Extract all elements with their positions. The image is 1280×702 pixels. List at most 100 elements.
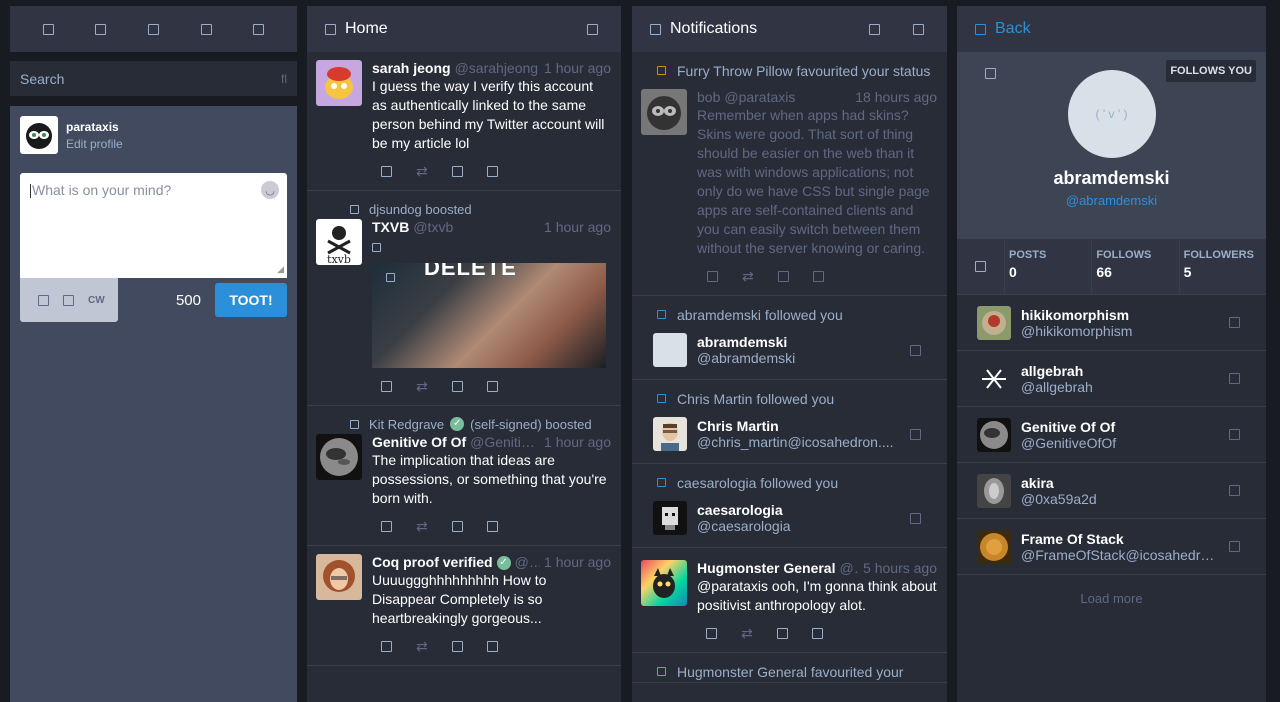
more-icon[interactable]	[812, 271, 824, 282]
account-row[interactable]: akira @0xa59a2d	[957, 463, 1266, 519]
avatar[interactable]	[316, 434, 362, 480]
boost-icon[interactable]: ⇄	[416, 379, 428, 393]
follow-button-icon[interactable]	[1229, 373, 1240, 384]
timestamp[interactable]: 5 hours ago	[863, 560, 937, 576]
load-more-button[interactable]: Load more	[957, 575, 1266, 606]
display-name[interactable]: bob	[697, 89, 720, 105]
media-gallery[interactable]: DELETE	[372, 263, 606, 368]
clear-notifications-icon[interactable]	[869, 23, 880, 35]
search-input[interactable]: Search fl	[10, 61, 297, 96]
notification-follow[interactable]: caesarologia followed you caesarologia @…	[632, 464, 947, 548]
emoji-picker-icon[interactable]: ◡	[261, 181, 279, 199]
more-icon[interactable]	[486, 521, 498, 532]
favourite-icon[interactable]	[451, 521, 463, 532]
public-icon[interactable]	[200, 23, 212, 35]
notifications-column-header[interactable]: Notifications	[632, 6, 947, 52]
account-name[interactable]: akira	[1021, 475, 1219, 491]
home-column-header[interactable]: Home	[307, 6, 621, 52]
reply-icon[interactable]	[381, 166, 392, 177]
avatar[interactable]: txvb	[316, 219, 362, 265]
compose-textarea[interactable]: What is on your mind? ◡ ◢	[20, 173, 287, 278]
privacy-icon[interactable]	[63, 294, 74, 306]
status[interactable]: Coq proof verified ✓ @... 1 hour ago Uuu…	[307, 546, 621, 666]
follow-button-icon[interactable]	[1229, 485, 1240, 496]
more-icon[interactable]	[811, 628, 823, 639]
display-name[interactable]: sarah jeong	[372, 60, 451, 76]
edit-profile-link[interactable]: Edit profile	[66, 137, 123, 151]
stat-posts[interactable]: POSTS 0	[1004, 239, 1091, 294]
boost-icon[interactable]: ⇄	[416, 519, 428, 533]
favourite-icon[interactable]	[451, 381, 463, 392]
avatar[interactable]	[653, 501, 687, 535]
home-icon[interactable]	[95, 23, 107, 35]
media-toggle-icon[interactable]	[386, 273, 395, 282]
reply-icon[interactable]	[706, 628, 717, 639]
account-name[interactable]: hikikomorphism	[1021, 307, 1219, 323]
boost-icon[interactable]: ⇄	[741, 626, 753, 640]
timestamp[interactable]: 1 hour ago	[544, 219, 611, 235]
avatar[interactable]	[977, 473, 1011, 508]
avatar[interactable]	[977, 361, 1011, 396]
account-username[interactable]: @abramdemski	[957, 193, 1266, 208]
avatar[interactable]: ( ' v ' )	[1067, 70, 1156, 158]
boost-icon[interactable]: ⇄	[742, 269, 754, 283]
settings-icon[interactable]	[253, 23, 265, 35]
notification-follow[interactable]: Chris Martin followed you Chris Martin @…	[632, 380, 947, 464]
mention-link[interactable]: @parataxis	[697, 578, 768, 594]
reply-icon[interactable]	[381, 521, 392, 532]
account-name[interactable]: abramdemski	[697, 334, 900, 350]
back-icon[interactable]	[975, 23, 986, 35]
follow-button-icon[interactable]	[910, 344, 921, 356]
avatar[interactable]	[653, 417, 687, 451]
account-row[interactable]: allgebrah @allgebrah	[957, 351, 1266, 407]
status[interactable]: djsundog boosted txvb TXVB @txvb 1 hour …	[307, 191, 621, 406]
timestamp[interactable]: 1 hour ago	[544, 554, 611, 570]
notification-favourite[interactable]: Furry Throw Pillow favourited your statu…	[632, 52, 947, 296]
avatar[interactable]	[641, 89, 687, 135]
status[interactable]: Hugmonster General @... 5 hours ago @par…	[632, 548, 947, 653]
account-row[interactable]: Frame Of Stack @FrameOfStack@icosahedro.…	[957, 519, 1266, 575]
toot-button[interactable]: TOOT!	[215, 283, 287, 317]
account-menu-icon[interactable]	[985, 68, 996, 79]
account-row[interactable]: hikikomorphism @hikikomorphism	[957, 295, 1266, 351]
avatar[interactable]	[977, 305, 1011, 340]
display-name[interactable]: Coq proof verified	[372, 554, 493, 570]
timestamp[interactable]: 1 hour ago	[544, 434, 611, 450]
getting-started-icon[interactable]	[42, 23, 54, 35]
notifications-icon[interactable]	[147, 23, 159, 35]
reply-icon[interactable]	[381, 641, 392, 652]
reply-icon[interactable]	[707, 271, 718, 282]
favourite-icon[interactable]	[776, 628, 788, 639]
more-icon[interactable]	[486, 166, 498, 177]
follow-button-icon[interactable]	[1229, 429, 1240, 440]
stat-follows[interactable]: FOLLOWS 66	[1091, 239, 1178, 294]
column-settings-icon[interactable]	[913, 23, 924, 35]
more-icon[interactable]	[486, 641, 498, 652]
notification-text[interactable]: Hugmonster General favourited your	[677, 664, 903, 680]
avatar[interactable]	[641, 560, 687, 606]
account-name[interactable]: Frame Of Stack	[1021, 531, 1219, 547]
notification-text[interactable]: caesarologia followed you	[677, 475, 838, 491]
boost-icon[interactable]: ⇄	[416, 639, 428, 653]
timestamp[interactable]: 18 hours ago	[855, 89, 937, 105]
account-name[interactable]: Genitive Of Of	[1021, 419, 1219, 435]
reply-icon[interactable]	[381, 381, 392, 392]
avatar[interactable]	[653, 333, 687, 367]
content-warning-toggle[interactable]: CW	[88, 295, 105, 306]
account-name[interactable]: caesarologia	[697, 502, 900, 518]
status[interactable]: Kit Redgrave ✓ (self-signed) boosted Gen…	[307, 406, 621, 546]
avatar[interactable]	[316, 60, 362, 106]
notification-follow[interactable]: abramdemski followed you abramdemski @ab…	[632, 296, 947, 380]
follow-button-icon[interactable]	[1229, 541, 1240, 552]
upload-media-icon[interactable]	[38, 294, 49, 306]
boosted-by[interactable]: djsundog boosted	[369, 202, 472, 217]
notification-text[interactable]: Chris Martin followed you	[677, 391, 834, 407]
timestamp[interactable]: 1 hour ago	[544, 60, 611, 76]
favourite-icon[interactable]	[451, 166, 463, 177]
avatar[interactable]	[316, 554, 362, 600]
account-row[interactable]: Genitive Of Of @GenitiveOfOf	[957, 407, 1266, 463]
follow-button-icon[interactable]	[910, 512, 921, 524]
avatar[interactable]	[977, 529, 1011, 564]
follow-button-icon[interactable]	[1229, 317, 1240, 328]
display-name[interactable]: TXVB	[372, 219, 409, 235]
